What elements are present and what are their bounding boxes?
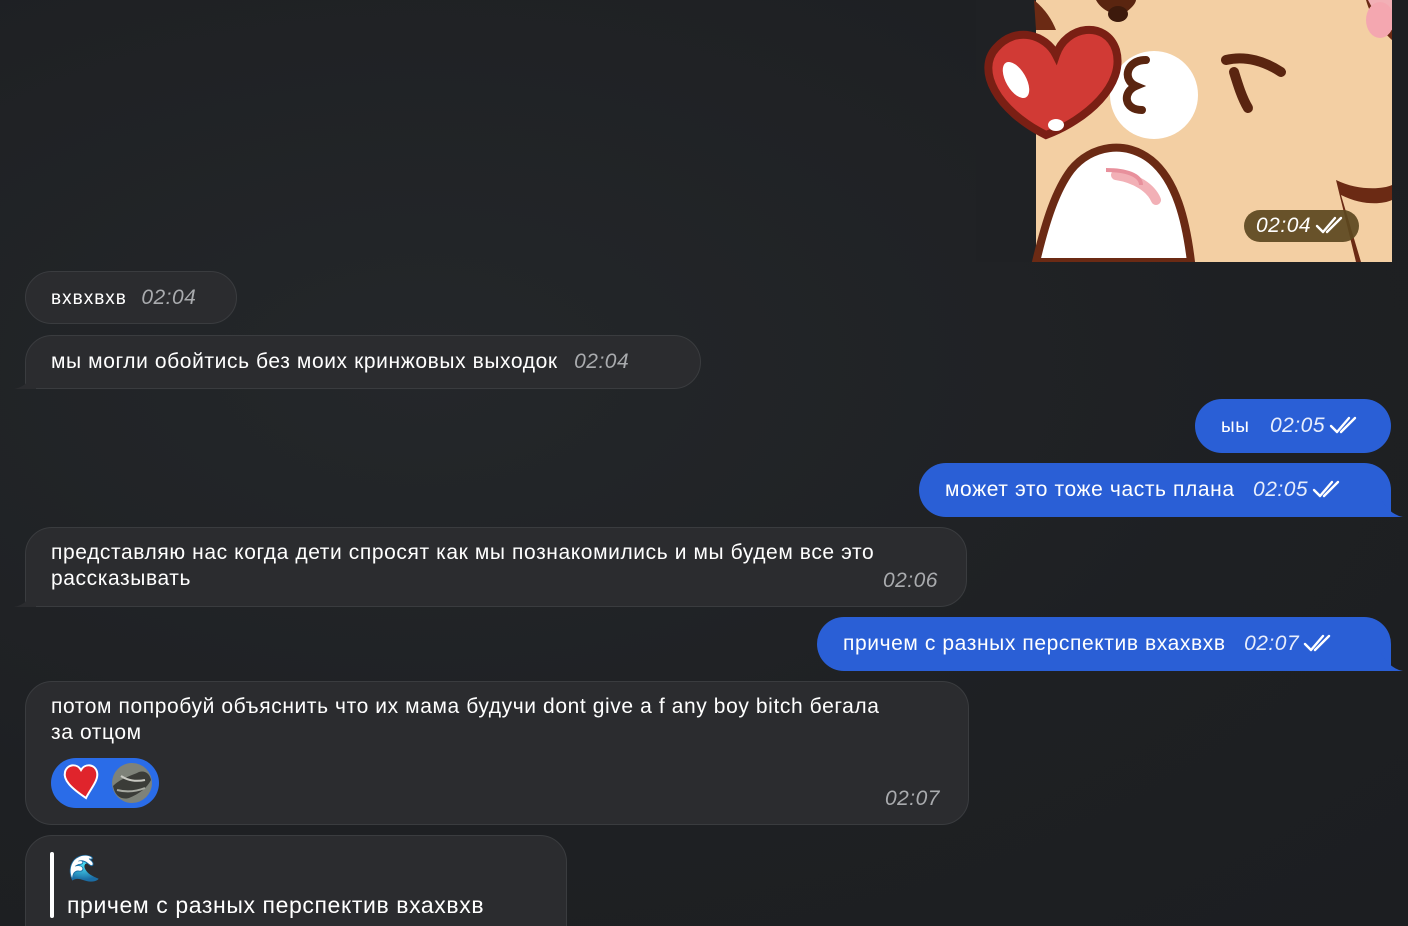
bubble-tail — [1381, 499, 1403, 517]
bubble-tail — [14, 589, 36, 607]
message-time: 02:06 — [882, 569, 938, 592]
sticker-timestamp: 02:04 — [1244, 210, 1360, 242]
message-text-line: представляю нас когда дети спросят как м… — [51, 541, 875, 564]
chat-area[interactable]: 02:04 вхвхвхв 02:04 мы могли обойтись бе… — [0, 0, 1408, 926]
message-text: вхвхвхв — [51, 288, 127, 309]
message-incoming[interactable]: мы могли обойтись без моих кринжовых вых… — [14, 335, 701, 389]
message-incoming[interactable]: потом попробуй объяснить что их мама буд… — [25, 681, 969, 825]
reply-quote-bar — [50, 852, 54, 918]
reply-emoji: 🌊 — [68, 853, 101, 883]
message-text-line: за отцом — [51, 721, 142, 744]
message-text: мы могли обойтись без моих кринжовых вых… — [51, 350, 558, 373]
message-text-line: потом попробуй объяснить что их мама буд… — [51, 695, 880, 718]
message-time: 02:05 — [1253, 478, 1309, 501]
message-time: 02:07 — [1244, 632, 1300, 655]
message-incoming[interactable]: представляю нас когда дети спросят как м… — [14, 527, 967, 607]
message-text: может это тоже часть плана — [945, 478, 1235, 501]
message-outgoing[interactable]: причем с разных перспектив вхахвхв 02:07 — [817, 617, 1403, 671]
message-time: 02:04 — [574, 350, 630, 373]
read-checks-icon — [1303, 634, 1331, 652]
message-outgoing[interactable]: может это тоже часть плана 02:05 — [919, 463, 1403, 517]
message-incoming[interactable]: вхвхвхв 02:04 — [25, 271, 237, 324]
reaction-content — [63, 763, 152, 803]
message-text: ыы — [1221, 416, 1250, 437]
message-time: 02:05 — [1269, 414, 1326, 437]
message-text-line: рассказывать — [51, 567, 192, 590]
message-time: 02:07 — [884, 787, 940, 810]
read-checks-icon — [1315, 216, 1343, 234]
bubble-tail — [14, 371, 36, 389]
message-text: причем с разных перспектив вхахвхв — [843, 632, 1226, 655]
read-checks-icon — [1312, 480, 1340, 498]
message-time: 02:04 — [141, 286, 197, 309]
sticker-time-text: 02:04 — [1256, 214, 1312, 237]
read-checks-icon — [1329, 416, 1357, 434]
heart-icon — [63, 764, 99, 800]
message-reply[interactable]: 🌊 причем с разных перспектив вхахвхв — [25, 835, 567, 926]
reply-text: причем с разных перспектив вхахвхв — [67, 892, 485, 918]
message-outgoing[interactable]: ыы 02:05 — [1195, 399, 1391, 453]
bubble-tail — [1381, 653, 1403, 671]
reaction-button[interactable] — [51, 758, 159, 808]
